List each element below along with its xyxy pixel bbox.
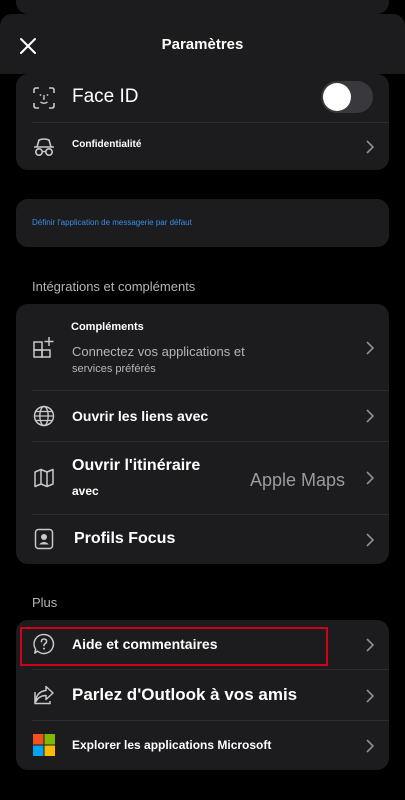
add-ins-subtitle: Connectez vos applications et (72, 344, 245, 359)
chevron-right-icon (365, 738, 375, 754)
explore-microsoft-row[interactable]: Explorer les applications Microsoft (16, 721, 389, 770)
settings-screen: Paramètres Face ID Confidentialité Défin… (0, 0, 405, 800)
focus-profiles-label: Profils Focus (74, 530, 176, 547)
chevron-right-icon (365, 688, 375, 704)
directions-label: Ouvrir l'itinéraire (72, 457, 201, 474)
incognito-icon (30, 133, 58, 161)
open-links-label: Ouvrir les liens avec (72, 408, 209, 424)
integrations-card: Compléments Connectez vos applications e… (16, 304, 389, 564)
default-mail-card[interactable]: Définir l'application de messagerie par … (16, 199, 389, 247)
chevron-right-icon (365, 470, 375, 486)
face-id-toggle[interactable] (321, 81, 373, 113)
security-card: Face ID Confidentialité (16, 74, 389, 170)
add-ins-subtitle-2: services préférés (72, 363, 156, 375)
directions-label-2: avec (72, 484, 99, 498)
map-icon (30, 464, 58, 492)
settings-header: Paramètres (0, 14, 405, 74)
integrations-section-title: Intégrations et compléments (32, 279, 196, 294)
focus-profile-icon (30, 525, 58, 553)
tell-friends-label: Parlez d'Outlook à vos amis (72, 685, 298, 704)
more-section-title: Plus (32, 595, 58, 610)
chevron-right-icon (365, 340, 375, 356)
face-id-row: Face ID (16, 74, 389, 122)
default-mail-link[interactable]: Définir l'application de messagerie par … (32, 218, 192, 227)
directions-row[interactable]: Ouvrir l'itinéraire avec Apple Maps (16, 442, 389, 514)
privacy-label: Confidentialité (72, 139, 142, 150)
microsoft-logo-icon (30, 731, 58, 759)
help-icon (30, 630, 58, 658)
open-links-row[interactable]: Ouvrir les liens avec (16, 391, 389, 441)
privacy-row[interactable]: Confidentialité (16, 123, 389, 170)
page-title: Paramètres (161, 36, 244, 53)
add-ins-icon (30, 333, 58, 361)
explore-microsoft-label: Explorer les applications Microsoft (72, 738, 272, 752)
face-id-label: Face ID (72, 86, 139, 107)
more-card: Aide et commentaires Parlez d'Outlook à … (16, 620, 389, 770)
chevron-right-icon (365, 408, 375, 424)
face-id-icon (30, 84, 58, 112)
globe-icon (30, 402, 58, 430)
share-icon (30, 681, 58, 709)
help-feedback-label: Aide et commentaires (72, 636, 218, 652)
directions-value: Apple Maps (249, 470, 345, 490)
chevron-right-icon (365, 139, 375, 155)
add-ins-row[interactable]: Compléments Connectez vos applications e… (16, 304, 389, 390)
toggle-knob (323, 83, 351, 111)
help-feedback-row[interactable]: Aide et commentaires (16, 620, 389, 669)
focus-profiles-row[interactable]: Profils Focus (16, 515, 389, 564)
tell-friends-row[interactable]: Parlez d'Outlook à vos amis (16, 670, 389, 720)
add-ins-label: Compléments (71, 321, 144, 333)
chevron-right-icon (365, 637, 375, 653)
sheet-background-edge (16, 0, 389, 14)
chevron-right-icon (365, 532, 375, 548)
